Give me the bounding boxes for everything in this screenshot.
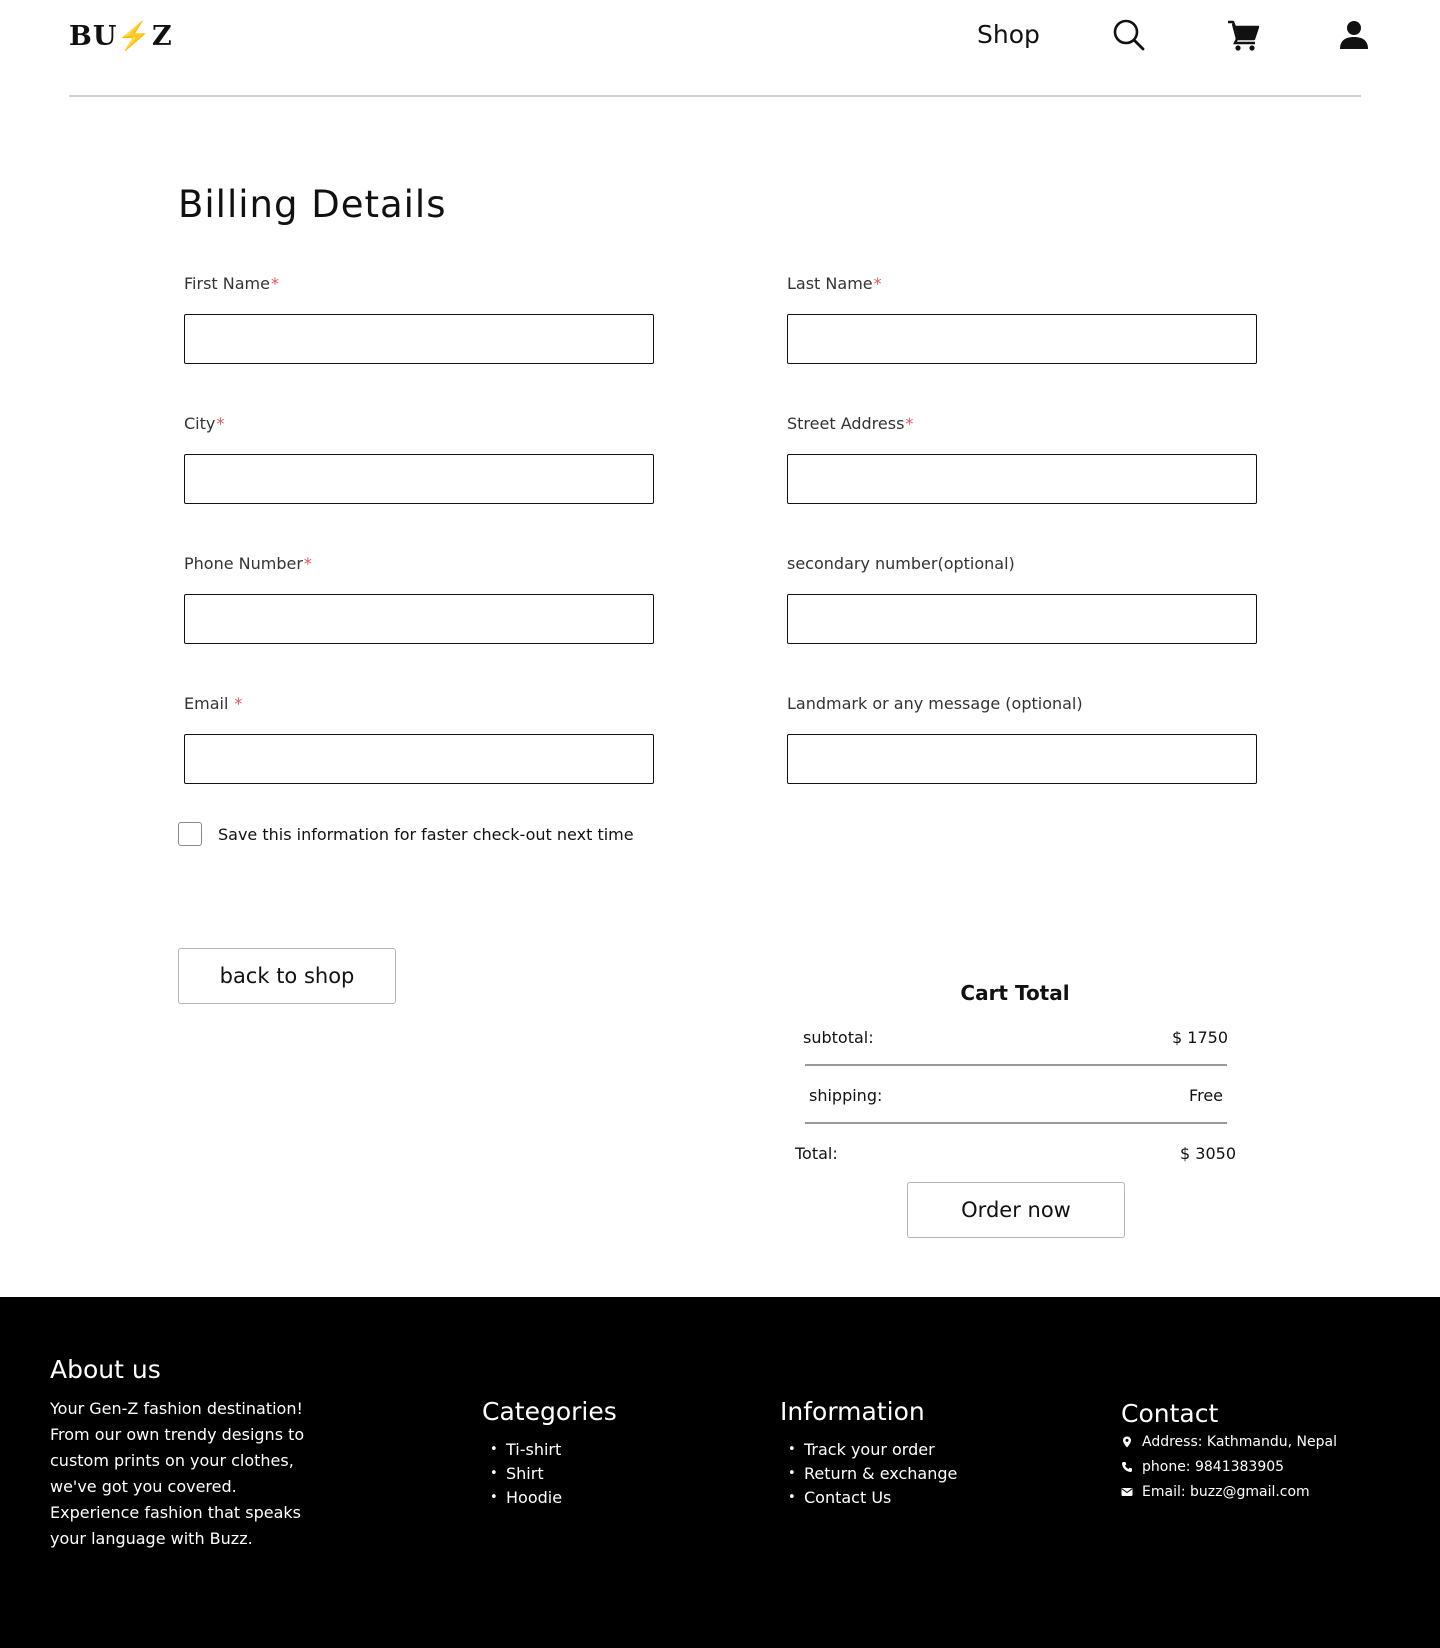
email-field: Email * — [184, 693, 654, 784]
cart-divider — [805, 1064, 1227, 1066]
city-input[interactable] — [184, 454, 654, 504]
cart-divider — [805, 1122, 1227, 1124]
subtotal-value: $ 1750 — [1172, 1028, 1228, 1047]
street-address-field: Street Address* — [787, 413, 1257, 504]
contact-email-text: Email: buzz@gmail.com — [1142, 1484, 1310, 1500]
search-icon[interactable] — [1112, 18, 1146, 52]
cart-icon[interactable] — [1226, 18, 1260, 52]
landmark-label: Landmark or any message (optional) — [787, 694, 1083, 713]
header-divider — [69, 95, 1361, 97]
about-us-text: Your Gen-Z fashion destination! From our… — [50, 1399, 305, 1548]
order-now-button[interactable]: Order now — [907, 1182, 1125, 1238]
category-link-tshirt[interactable]: Ti-shirt — [482, 1438, 562, 1462]
last-name-field: Last Name* — [787, 273, 1257, 364]
shipping-label: shipping: — [809, 1086, 883, 1105]
page-title: Billing Details — [178, 183, 447, 226]
street-address-label: Street Address* — [787, 414, 914, 433]
contact-address: Address: Kathmandu, Nepal — [1121, 1434, 1337, 1450]
phone-number-field: Phone Number* — [184, 553, 654, 644]
subtotal-label: subtotal: — [803, 1028, 874, 1047]
info-link-return-exchange[interactable]: Return & exchange — [780, 1462, 957, 1486]
location-pin-icon — [1121, 1436, 1133, 1448]
back-to-shop-button[interactable]: back to shop — [178, 948, 396, 1004]
first-name-field: First Name* — [184, 273, 654, 364]
mail-icon — [1121, 1486, 1133, 1498]
brand-logo[interactable]: BU⚡Z — [69, 20, 173, 52]
required-mark: * — [270, 274, 279, 293]
phone-number-label: Phone Number* — [184, 554, 312, 573]
last-name-input[interactable] — [787, 314, 1257, 364]
contact-heading: Contact — [1121, 1399, 1219, 1428]
info-link-contact-us[interactable]: Contact Us — [780, 1486, 957, 1510]
secondary-number-input[interactable] — [787, 594, 1257, 644]
city-label: City* — [184, 414, 225, 433]
secondary-number-label: secondary number(optional) — [787, 554, 1015, 573]
contact-email: Email: buzz@gmail.com — [1121, 1484, 1310, 1500]
contact-phone-text: phone: 9841383905 — [1142, 1459, 1285, 1475]
contact-phone: phone: 9841383905 — [1121, 1459, 1284, 1475]
required-mark: * — [216, 414, 225, 433]
save-info-row: Save this information for faster check-o… — [178, 822, 634, 846]
email-label: Email * — [184, 694, 243, 713]
about-us-heading: About us — [50, 1355, 161, 1384]
first-name-label: First Name* — [184, 274, 279, 293]
save-info-label[interactable]: Save this information for faster check-o… — [218, 825, 634, 844]
email-input[interactable] — [184, 734, 654, 784]
site-header: BU⚡Z Shop — [0, 0, 1440, 97]
contact-address-text: Address: Kathmandu, Nepal — [1142, 1434, 1337, 1450]
last-name-label: Last Name* — [787, 274, 882, 293]
phone-icon — [1121, 1461, 1133, 1473]
categories-list: Ti-shirt Shirt Hoodie — [482, 1438, 562, 1510]
nav-shop-link[interactable]: Shop — [977, 20, 1040, 49]
shipping-value: Free — [1189, 1086, 1223, 1105]
phone-number-input[interactable] — [184, 594, 654, 644]
total-label: Total: — [795, 1144, 838, 1163]
cart-total-title: Cart Total — [960, 981, 1070, 1005]
first-name-input[interactable] — [184, 314, 654, 364]
landmark-field: Landmark or any message (optional) — [787, 693, 1257, 784]
information-heading: Information — [780, 1397, 925, 1426]
city-field: City* — [184, 413, 654, 504]
required-mark: * — [234, 694, 243, 713]
street-address-input[interactable] — [787, 454, 1257, 504]
total-value: $ 3050 — [1180, 1144, 1236, 1163]
required-mark: * — [303, 554, 312, 573]
save-info-checkbox[interactable] — [178, 822, 202, 846]
required-mark: * — [905, 414, 914, 433]
secondary-number-field: secondary number(optional) — [787, 553, 1257, 644]
category-link-hoodie[interactable]: Hoodie — [482, 1486, 562, 1510]
required-mark: * — [873, 274, 882, 293]
information-list: Track your order Return & exchange Conta… — [780, 1438, 957, 1510]
category-link-shirt[interactable]: Shirt — [482, 1462, 562, 1486]
landmark-input[interactable] — [787, 734, 1257, 784]
site-footer: About us Your Gen-Z fashion destination!… — [0, 1297, 1440, 1648]
info-link-track-order[interactable]: Track your order — [780, 1438, 957, 1462]
categories-heading: Categories — [482, 1397, 617, 1426]
user-icon[interactable] — [1337, 18, 1371, 52]
